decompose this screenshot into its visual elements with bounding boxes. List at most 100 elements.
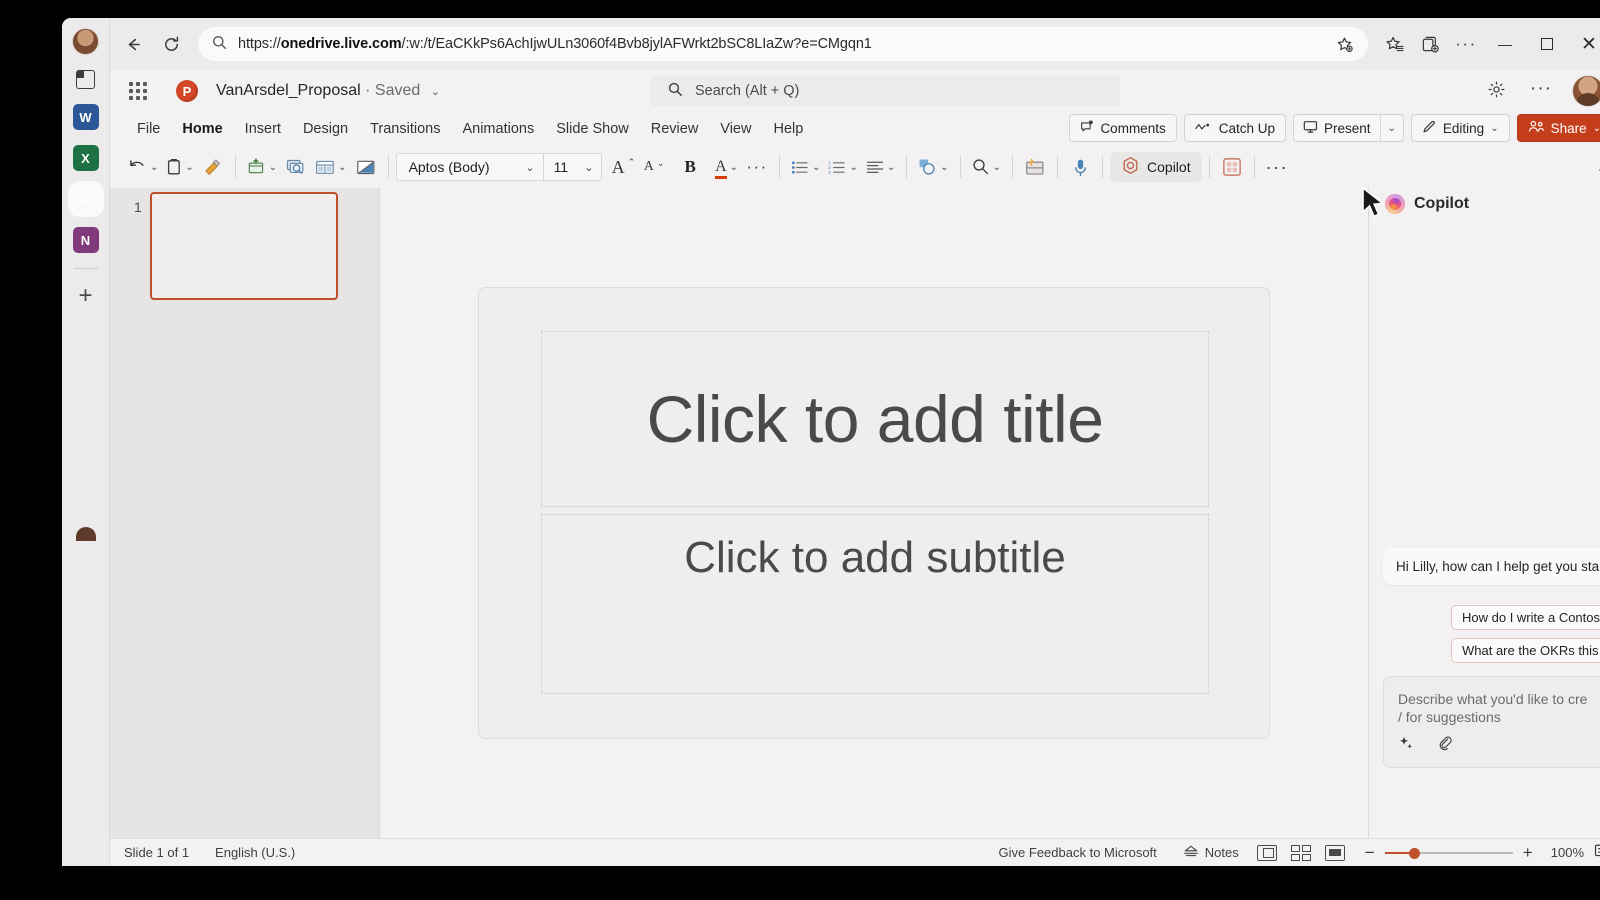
excel-app-icon[interactable]: X <box>72 145 99 171</box>
catch-up-button[interactable]: Catch Up <box>1183 114 1286 142</box>
slide-canvas[interactable]: Click to add title Click to add subtitle <box>478 287 1270 739</box>
favorites-icon[interactable] <box>1378 28 1410 60</box>
browser-more-icon[interactable]: ··· <box>1450 28 1482 60</box>
align-chevron-down-icon[interactable]: ⌄ <box>887 162 895 173</box>
grow-font-icon[interactable]: A ⌃ <box>608 152 640 182</box>
add-in-icon[interactable] <box>1217 152 1247 182</box>
address-bar[interactable]: https://onedrive.live.com/:w:/t/EaCKkPs6… <box>198 27 1368 61</box>
chevron-down-icon[interactable]: ⌄ <box>525 161 534 174</box>
tab-animations[interactable]: Animations <box>451 118 545 140</box>
layout-chevron-down-icon[interactable]: ⌄ <box>338 162 346 173</box>
numbering-icon[interactable]: 1 2 3 ⌄ <box>824 152 861 182</box>
slide-layout-icon[interactable]: ⌄ <box>311 152 350 182</box>
onenote-app-icon[interactable]: N <box>72 227 99 253</box>
find-icon[interactable]: ⌄ <box>968 152 1005 182</box>
format-painter-icon[interactable] <box>198 152 228 182</box>
font-more-icon[interactable]: ··· <box>742 152 772 182</box>
title-placeholder[interactable]: Click to add title <box>541 331 1209 507</box>
zoom-slider-handle[interactable] <box>1408 847 1420 859</box>
tab-help[interactable]: Help <box>762 118 814 140</box>
powerpoint-app-icon[interactable]: P <box>72 186 99 212</box>
designer-icon[interactable] <box>1020 152 1050 182</box>
chevron-down-icon[interactable]: ⌄ <box>1593 123 1600 134</box>
copilot-suggestion-1[interactable]: How do I write a Contos <box>1451 605 1600 630</box>
normal-view-icon[interactable] <box>1256 844 1277 861</box>
paste-icon[interactable]: ⌄ <box>162 152 197 182</box>
bullets-icon[interactable]: ⌄ <box>787 152 824 182</box>
tab-insert[interactable]: Insert <box>234 118 292 140</box>
zoom-level-label[interactable]: 100% <box>1551 845 1584 860</box>
new-slide-chevron-down-icon[interactable]: ⌄ <box>269 162 277 173</box>
prompt-gallery-icon[interactable] <box>1398 735 1415 757</box>
copilot-compose-box[interactable]: Describe what you'd like to cre / for su… <box>1383 676 1600 768</box>
bold-button[interactable]: B <box>675 152 705 182</box>
font-size-combobox[interactable]: 11 ⌄ <box>543 153 602 181</box>
zoom-out-button[interactable]: − <box>1359 843 1381 863</box>
editing-mode-button[interactable]: Editing ⌄ <box>1410 114 1510 142</box>
copilot-toolbar-button[interactable]: Copilot <box>1110 152 1202 182</box>
profile-avatar[interactable] <box>72 28 99 55</box>
chevron-down-icon[interactable]: ⌄ <box>431 86 440 98</box>
notes-button[interactable]: Notes <box>1183 845 1239 860</box>
chevron-down-icon[interactable]: ⌄ <box>584 161 593 174</box>
comments-button[interactable]: Comments <box>1069 114 1177 142</box>
shapes-icon[interactable]: ⌄ <box>914 152 952 182</box>
collections-icon[interactable] <box>1414 28 1446 60</box>
chevron-down-icon[interactable]: ⌄ <box>1490 123 1498 134</box>
document-title[interactable]: VanArsdel_Proposal · Saved ⌄ <box>216 82 440 100</box>
bullets-chevron-down-icon[interactable]: ⌄ <box>812 162 820 173</box>
app-launcher-waffle-icon[interactable] <box>126 79 150 103</box>
tab-slide-show[interactable]: Slide Show <box>545 118 640 140</box>
tab-file[interactable]: File <box>126 118 171 140</box>
undo-chevron-down-icon[interactable]: ⌄ <box>150 162 158 173</box>
reset-slide-icon[interactable] <box>351 152 381 182</box>
attach-file-icon[interactable] <box>1437 735 1454 757</box>
shrink-font-icon[interactable]: A ⌄ <box>639 152 669 182</box>
reload-icon[interactable] <box>154 27 188 61</box>
fit-slide-icon[interactable] <box>1594 843 1600 862</box>
slide-sorter-view-icon[interactable] <box>1290 844 1311 861</box>
header-more-icon[interactable]: ··· <box>1530 78 1552 100</box>
close-button[interactable]: ✕ <box>1570 29 1600 59</box>
font-color-icon[interactable]: A ⌄ <box>711 152 742 182</box>
numbering-chevron-down-icon[interactable]: ⌄ <box>849 162 857 173</box>
align-left-icon[interactable]: ⌄ <box>862 152 899 182</box>
add-app-button[interactable]: + <box>78 284 92 308</box>
tab-home[interactable]: Home <box>171 118 233 140</box>
zoom-in-button[interactable]: + <box>1517 843 1539 863</box>
reading-view-icon[interactable] <box>1324 844 1345 861</box>
settings-gear-icon[interactable] <box>1487 80 1506 104</box>
slide-thumbnail-1[interactable] <box>150 192 338 300</box>
office-search-input[interactable]: Search (Alt + Q) <box>650 76 1120 106</box>
add-favorite-icon[interactable] <box>1328 28 1360 60</box>
tab-review[interactable]: Review <box>640 118 710 140</box>
shapes-chevron-down-icon[interactable]: ⌄ <box>940 162 948 173</box>
feedback-link[interactable]: Give Feedback to Microsoft <box>999 845 1157 860</box>
find-chevron-down-icon[interactable]: ⌄ <box>993 162 1001 173</box>
paste-chevron-down-icon[interactable]: ⌄ <box>185 162 193 173</box>
tab-transitions[interactable]: Transitions <box>359 118 451 140</box>
subtitle-placeholder[interactable]: Click to add subtitle <box>541 514 1209 694</box>
zoom-slider[interactable] <box>1384 847 1513 859</box>
new-slide-icon[interactable]: ⌄ <box>243 152 281 182</box>
tab-view[interactable]: View <box>709 118 762 140</box>
font-color-chevron-down-icon[interactable]: ⌄ <box>730 162 738 173</box>
toolbar-more-icon[interactable]: ··· <box>1262 152 1292 182</box>
user-avatar[interactable] <box>1572 75 1600 107</box>
maximize-button[interactable] <box>1528 29 1566 59</box>
copilot-suggestion-2[interactable]: What are the OKRs this <box>1451 638 1600 663</box>
back-arrow-icon[interactable] <box>116 27 150 61</box>
slide-count-label[interactable]: Slide 1 of 1 <box>124 845 189 860</box>
share-button[interactable]: Share ⌄ <box>1516 114 1600 142</box>
reuse-slides-icon[interactable] <box>281 152 311 182</box>
font-name-combobox[interactable]: Aptos (Body) ⌄ <box>395 153 544 181</box>
copilot-sidebar-icon[interactable] <box>76 70 95 89</box>
present-chevron-down-icon[interactable]: ⌄ <box>1379 115 1403 141</box>
language-label[interactable]: English (U.S.) <box>215 845 295 860</box>
word-app-icon[interactable]: W <box>72 104 99 130</box>
minimize-button[interactable]: — <box>1486 29 1524 59</box>
dictate-icon[interactable] <box>1065 152 1095 182</box>
present-button[interactable]: Present ⌄ <box>1292 114 1404 142</box>
undo-icon[interactable]: ⌄ <box>124 152 162 182</box>
tab-design[interactable]: Design <box>292 118 359 140</box>
